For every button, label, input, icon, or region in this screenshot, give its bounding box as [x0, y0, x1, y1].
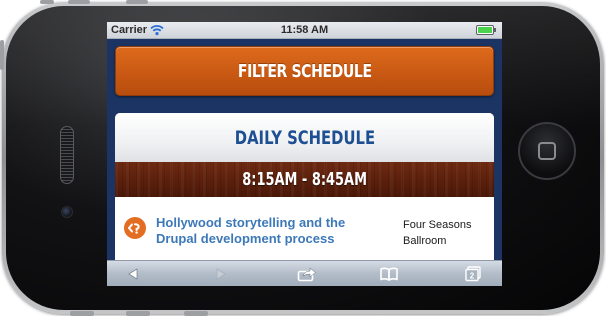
- session-room-line1: Four Seasons: [403, 219, 472, 231]
- front-camera: [61, 206, 73, 218]
- browser-toolbar: 2: [107, 260, 502, 286]
- phone-screen: Carrier 11:58 AM FILTER SCHEDULE DAILY S…: [107, 22, 502, 286]
- time-slot-band: 8:15AM - 8:45AM: [115, 162, 494, 197]
- filter-schedule-button[interactable]: FILTER SCHEDULE: [115, 46, 494, 96]
- back-arrow-icon: [128, 268, 138, 280]
- code-bracket-icon: [128, 223, 140, 234]
- volume-up-button: [68, 0, 90, 4]
- share-button[interactable]: [287, 261, 327, 286]
- bottom-button-1: [70, 311, 94, 316]
- daily-schedule-card: DAILY SCHEDULE 8:15AM - 8:45AM Hollywood…: [115, 113, 494, 273]
- daily-schedule-heading: DAILY SCHEDULE: [115, 113, 494, 162]
- battery-icon: [476, 25, 496, 35]
- sleep-button: [0, 40, 4, 70]
- forward-button[interactable]: [201, 261, 241, 286]
- tabs-button[interactable]: 2: [453, 261, 493, 286]
- drupal-icon: [124, 217, 146, 239]
- time-slot-label: 8:15AM - 8:45AM: [242, 169, 367, 190]
- back-button[interactable]: [113, 261, 153, 286]
- bookmarks-icon: [380, 267, 398, 281]
- bottom-button-2: [126, 311, 150, 316]
- tabs-count: 2: [470, 272, 475, 281]
- status-clock: 11:58 AM: [280, 24, 329, 36]
- filter-schedule-label: FILTER SCHEDULE: [237, 60, 372, 82]
- share-icon: [297, 267, 316, 282]
- home-square-icon: [538, 142, 556, 160]
- bookmarks-button[interactable]: [369, 261, 409, 286]
- status-bar: Carrier 11:58 AM: [107, 22, 502, 39]
- session-room-line2: Ballroom: [403, 235, 447, 247]
- forward-arrow-icon: [216, 268, 226, 280]
- session-room: Four Seasons Ballroom: [403, 217, 489, 249]
- tabs-icon: 2: [465, 266, 481, 282]
- home-button[interactable]: [518, 122, 576, 180]
- daily-schedule-title: DAILY SCHEDULE: [234, 126, 375, 149]
- bottom-button-3: [184, 311, 208, 316]
- speaker-grille: [60, 126, 74, 184]
- volume-down-button: [126, 0, 148, 4]
- page-content: FILTER SCHEDULE DAILY SCHEDULE 8:15AM - …: [107, 39, 502, 273]
- session-title-link[interactable]: Hollywood storytelling and the Drupal de…: [156, 215, 388, 247]
- mute-switch: [40, 0, 54, 4]
